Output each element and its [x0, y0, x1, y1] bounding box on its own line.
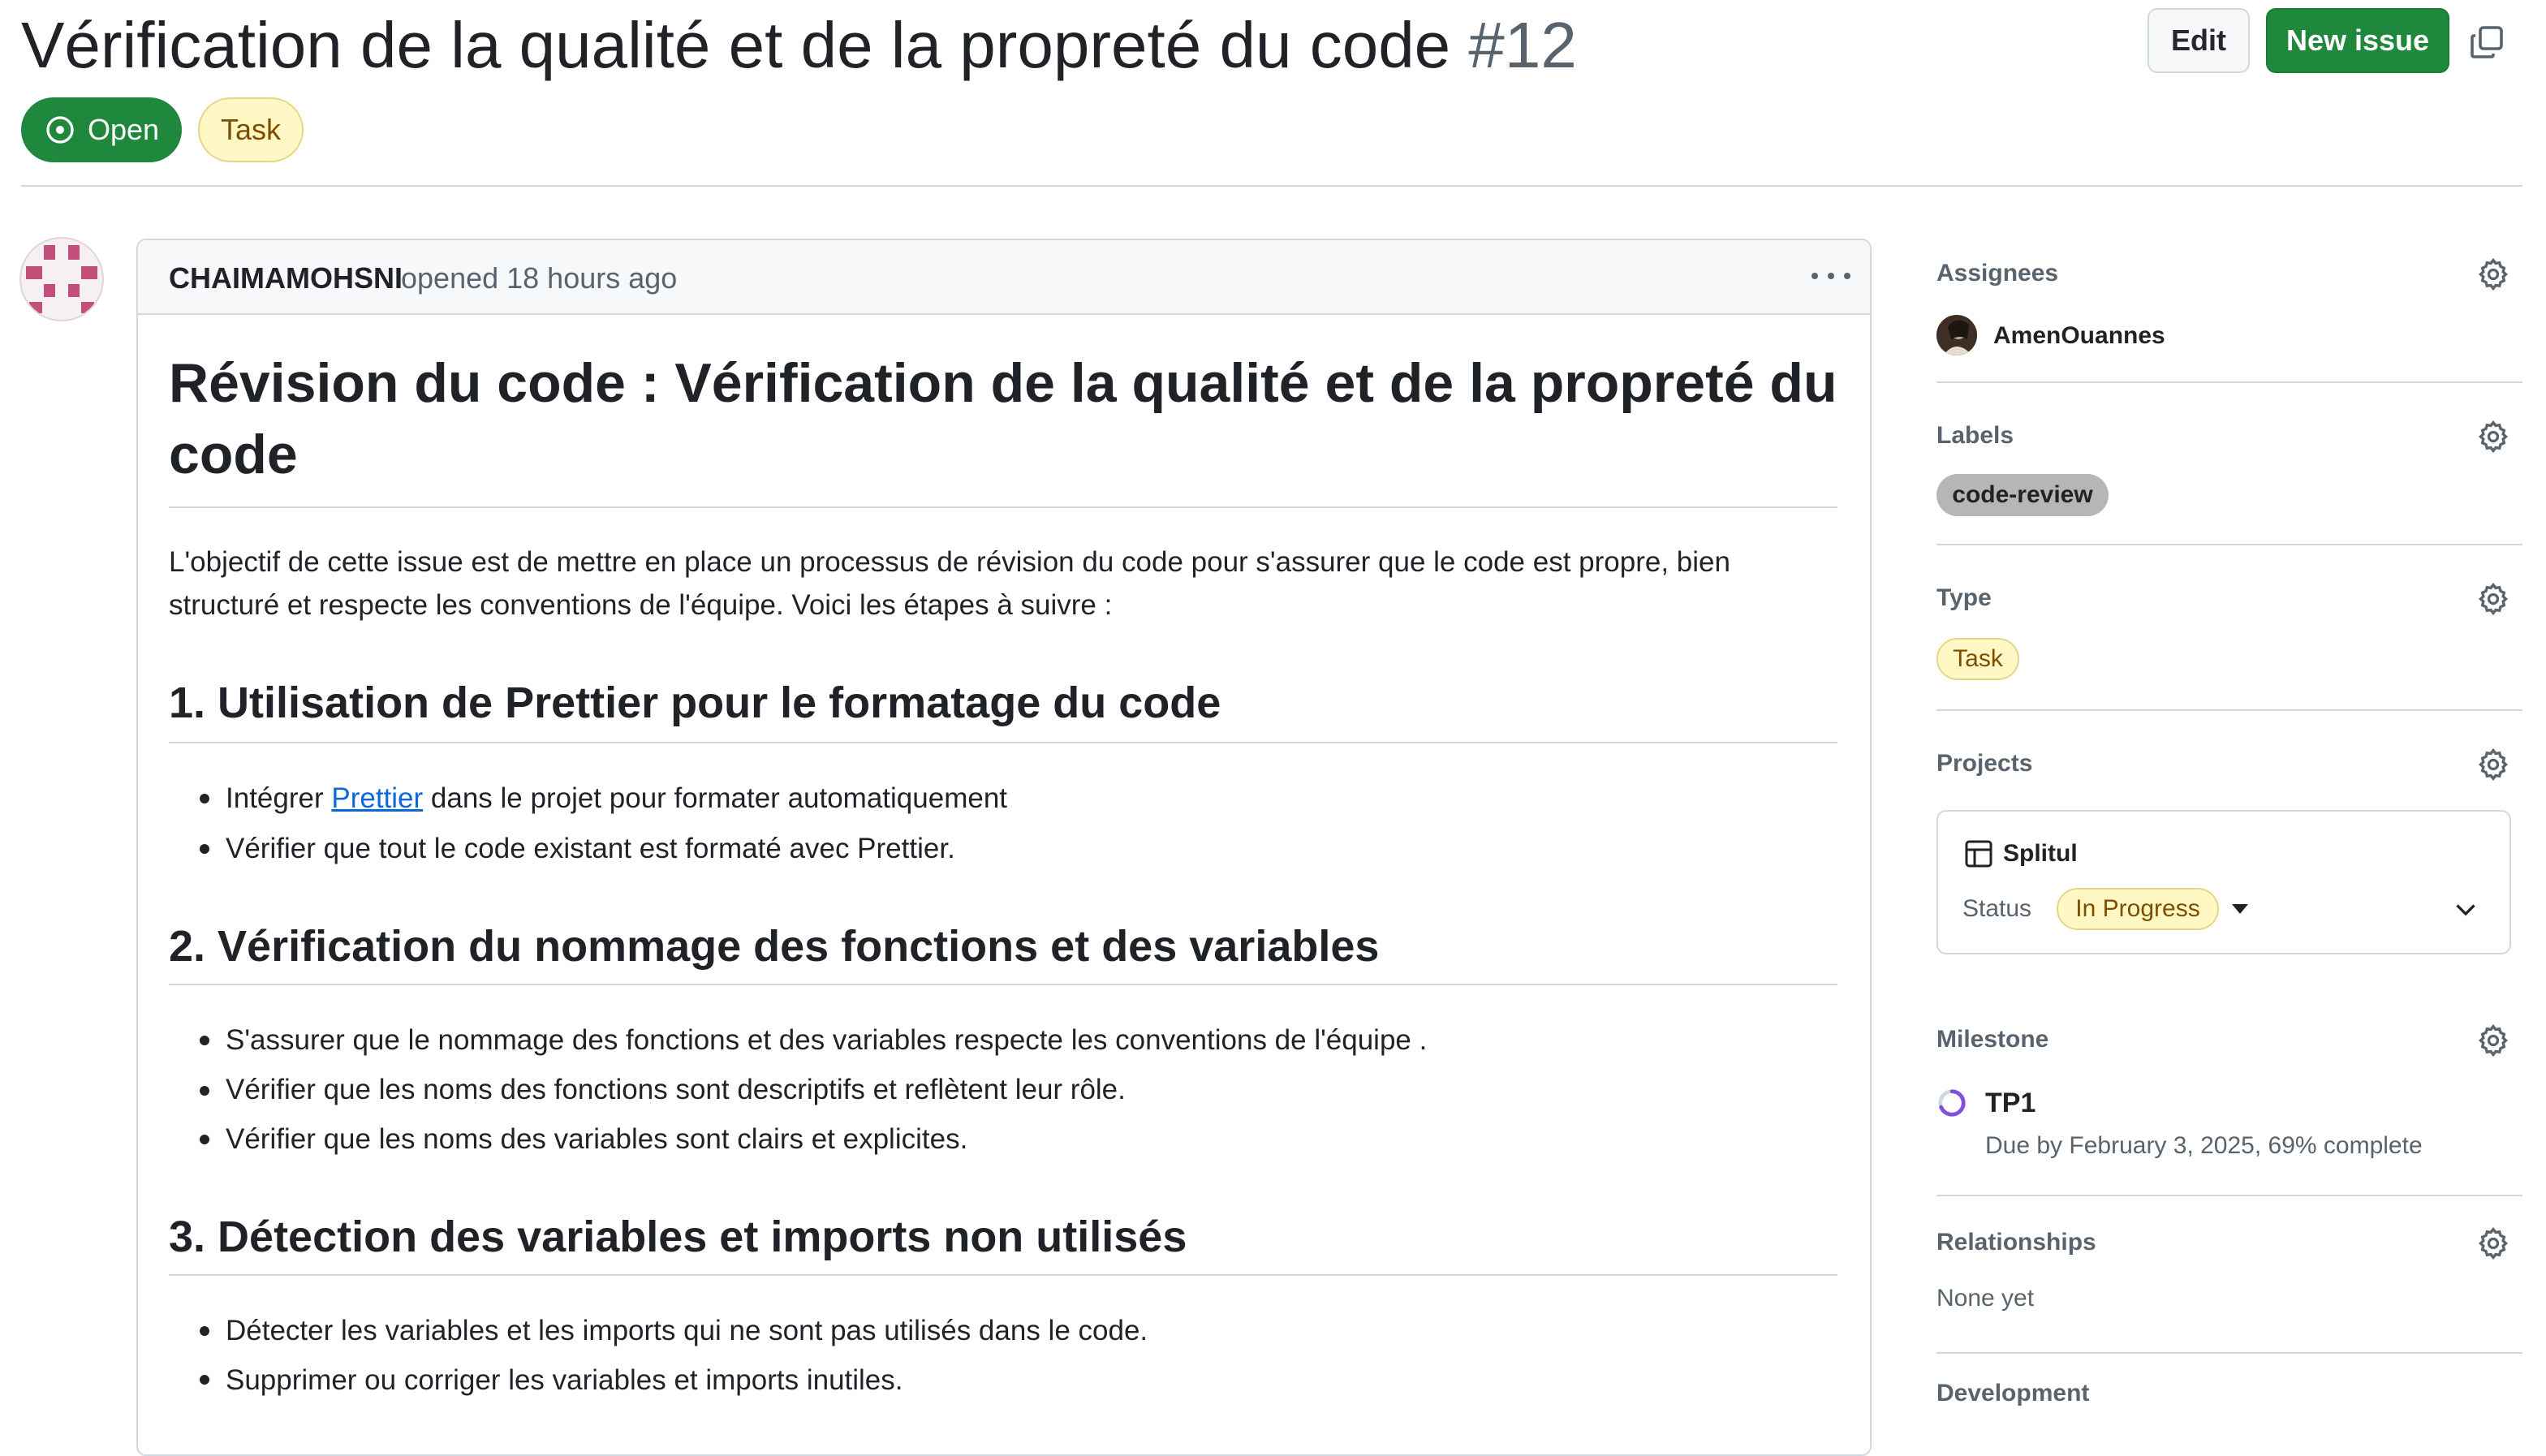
issue-state-badge: Open: [21, 97, 182, 162]
label-chip[interactable]: code-review: [1936, 474, 2109, 516]
list-item: Supprimer ou corriger les variables et i…: [226, 1364, 903, 1396]
section-rule: [169, 984, 1837, 985]
chevron-down-icon[interactable]: [2451, 894, 2480, 924]
project-name[interactable]: Splitul: [2003, 838, 2078, 870]
list-item-text: Intégrer: [226, 782, 332, 814]
type-chip[interactable]: Task: [1936, 638, 2019, 680]
assignee-photo: [1936, 315, 1977, 355]
list-item: Vérifier que tout le code existant est f…: [226, 833, 955, 864]
comment-heading: Révision du code : Vérification de la qu…: [169, 352, 1837, 485]
section-rule: [169, 1274, 1837, 1276]
list-item: Détecter les variables et les imports qu…: [226, 1315, 1148, 1346]
list-bullet: [200, 794, 209, 803]
kebab-dot: [1844, 273, 1850, 279]
list-bullet: [200, 1086, 209, 1096]
comment-timestamp[interactable]: opened 18 hours ago: [401, 258, 677, 299]
issue-type-badge[interactable]: Task: [198, 97, 304, 162]
issue-opened-icon: [46, 116, 74, 144]
project-status-label: Status: [1962, 895, 2032, 922]
milestone-due: Due by February 3, 2025, 69% complete: [1985, 1132, 2423, 1159]
edit-button[interactable]: Edit: [2148, 8, 2250, 73]
sidebar-divider: [1936, 1195, 2522, 1196]
assignee-name[interactable]: AmenOuannes: [1993, 320, 2165, 352]
list-item: S'assurer que le nommage des fonctions e…: [226, 1024, 1428, 1056]
status-caret-icon[interactable]: [2232, 904, 2248, 914]
relationships-heading: Relationships: [1936, 1229, 2096, 1256]
section-rule: [169, 742, 1837, 743]
issue-state-label: Open: [87, 113, 160, 146]
relationships-value: None yet: [1936, 1285, 2035, 1312]
sidebar-divider: [1936, 544, 2522, 545]
gear-icon[interactable]: [2475, 747, 2511, 782]
new-issue-button[interactable]: New issue: [2266, 8, 2449, 73]
list-item: Vérifier que les noms des variables sont…: [226, 1123, 968, 1155]
list-item-text: dans le projet pour formater automatique…: [423, 782, 1008, 814]
sidebar-divider: [1936, 709, 2522, 711]
section-heading: 2. Vérification du nommage des fonctions…: [169, 922, 1380, 971]
list-bullet: [200, 1326, 209, 1336]
list-item: Intégrer Prettier dans le projet pour fo…: [226, 778, 1007, 819]
type-heading: Type: [1936, 584, 1992, 611]
gear-icon[interactable]: [2475, 256, 2511, 292]
gear-icon[interactable]: [2475, 1023, 2511, 1058]
heading-rule: [169, 506, 1837, 508]
section-heading: 3. Détection des variables et imports no…: [169, 1213, 1187, 1261]
issue-title: Vérification de la qualité et de la prop…: [21, 3, 1577, 88]
header-divider: [21, 185, 2522, 187]
development-heading: Development: [1936, 1380, 2090, 1406]
issue-number: #12: [1468, 9, 1577, 81]
table-icon: [1965, 840, 1992, 868]
list-bullet: [200, 1036, 209, 1045]
labels-heading: Labels: [1936, 422, 2014, 449]
kebab-dot: [1811, 273, 1818, 279]
sidebar-divider: [1936, 381, 2522, 383]
prettier-link[interactable]: Prettier: [331, 782, 423, 814]
section-heading: 1. Utilisation de Prettier pour le forma…: [169, 678, 1221, 727]
comment-intro: L'objectif de cette issue est de mettre …: [169, 546, 1730, 621]
milestone-heading: Milestone: [1936, 1026, 2049, 1053]
sidebar-divider: [1936, 1352, 2522, 1354]
projects-heading: Projects: [1936, 750, 2033, 777]
gear-icon[interactable]: [2475, 1226, 2511, 1261]
project-status-chip[interactable]: In Progress: [2057, 888, 2219, 930]
author-avatar[interactable]: [19, 237, 104, 321]
list-bullet: [200, 1135, 209, 1144]
issue-title-text: Vérification de la qualité et de la prop…: [21, 9, 1451, 81]
project-card: [1936, 810, 2511, 954]
gear-icon[interactable]: [2475, 419, 2511, 454]
assignee-avatar[interactable]: [1936, 315, 1977, 355]
more-options-icon[interactable]: [1811, 260, 1850, 292]
list-bullet: [200, 844, 209, 854]
kebab-dot: [1828, 273, 1834, 279]
assignees-heading: Assignees: [1936, 260, 2059, 286]
milestone-name[interactable]: TP1: [1985, 1084, 2036, 1122]
list-item: Vérifier que les noms des fonctions sont…: [226, 1074, 1126, 1105]
identicon: [26, 245, 97, 313]
milestone-progress-icon: [1938, 1089, 1966, 1117]
copy-icon[interactable]: [2467, 23, 2506, 62]
list-bullet: [200, 1375, 209, 1385]
comment-author[interactable]: CHAIMAMOHSNI: [169, 258, 403, 299]
gear-icon[interactable]: [2475, 581, 2511, 617]
